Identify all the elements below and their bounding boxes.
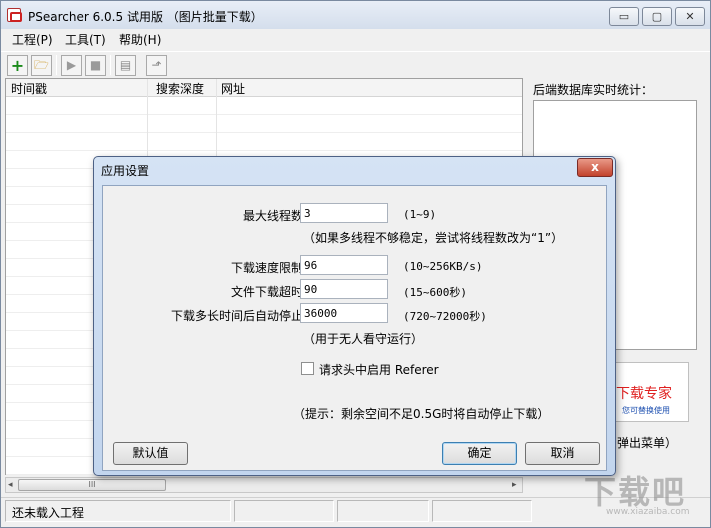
popup-menu-label: 弹出菜单） <box>617 436 678 450</box>
column-header-url[interactable]: 网址 <box>221 80 245 97</box>
stop-icon[interactable]: ■ <box>85 55 106 76</box>
properties-icon[interactable]: ▤ <box>115 55 136 76</box>
list-header: 时间戳 搜索深度 网址 <box>6 79 522 97</box>
play-icon[interactable]: ▶ <box>61 55 82 76</box>
close-button[interactable]: ✕ <box>675 7 705 26</box>
minimize-button[interactable]: ▭ <box>609 7 639 26</box>
defaults-button[interactable]: 默认值 <box>113 442 188 465</box>
scroll-left-icon[interactable]: ◂ <box>8 478 13 492</box>
file-timeout-input[interactable] <box>300 279 388 299</box>
status-cell <box>337 500 429 522</box>
auto-stop-note: （用于无人看守运行） <box>303 332 424 346</box>
file-timeout-range: (15~600秒) <box>403 286 467 299</box>
space-tip: （提示：剩余空间不足0.5G时将自动停止下载） <box>293 407 550 421</box>
ad-subtitle: 您可替换使用 <box>622 406 670 415</box>
menu-project[interactable]: 工程(P) <box>12 31 53 48</box>
ad-title: 下载专家 <box>616 386 672 402</box>
stats-label: 后端数据库实时统计： <box>533 83 654 97</box>
referer-label[interactable]: 请求头中启用 Referer <box>319 361 439 378</box>
max-threads-label: 最大线程数： <box>242 209 315 223</box>
cancel-button[interactable]: 取消 <box>525 442 600 465</box>
threads-note: （如果多线程不够稳定，尝试将线程数改为“1”） <box>303 231 564 245</box>
scroll-right-icon[interactable]: ▸ <box>512 478 517 492</box>
window-title: PSearcher 6.0.5 试用版 （图片批量下载） <box>28 10 263 24</box>
horizontal-scrollbar[interactable]: ◂ III ▸ <box>5 477 523 493</box>
ad-banner[interactable]: 下载专家 您可替换使用 <box>611 362 689 422</box>
open-folder-icon[interactable]: 🗁 <box>31 55 52 76</box>
toolbar-separator <box>110 55 111 75</box>
max-threads-range: (1~9) <box>403 208 437 221</box>
export-icon[interactable]: ⬏ <box>146 55 167 76</box>
scrollbar-thumb[interactable]: III <box>18 479 166 491</box>
max-threads-input[interactable] <box>300 203 388 223</box>
referer-checkbox[interactable] <box>301 362 314 375</box>
status-cell <box>432 500 532 522</box>
auto-stop-range: (720~72000秒) <box>403 310 487 323</box>
watermark-url: www.xiazaiba.com <box>606 507 690 517</box>
settings-dialog: 应用设置 x 最大线程数： (1~9) （如果多线程不够稳定，尝试将线程数改为“… <box>93 156 616 476</box>
status-text: 还未载入工程 <box>12 506 85 520</box>
menu-bar: 工程(P) 工具(T) 帮助(H) <box>1 29 710 49</box>
speed-limit-range: (10~256KB/s) <box>403 260 483 273</box>
toolbar: + 🗁 ▶ ■ ▤ ⬏ <box>1 51 710 77</box>
menu-tools[interactable]: 工具(T) <box>65 31 106 48</box>
toolbar-separator <box>56 55 57 75</box>
speed-limit-input[interactable] <box>300 255 388 275</box>
menu-help[interactable]: 帮助(H) <box>119 31 161 48</box>
speed-limit-label: 下载速度限制： <box>230 261 315 275</box>
auto-stop-input[interactable] <box>300 303 388 323</box>
ok-button[interactable]: 确定 <box>442 442 517 465</box>
status-cell-main: 还未载入工程 <box>5 500 231 522</box>
column-header-timestamp[interactable]: 时间戳 <box>11 80 47 97</box>
column-header-depth[interactable]: 搜索深度 <box>156 80 204 97</box>
dialog-title: 应用设置 <box>101 164 150 178</box>
dialog-close-button[interactable]: x <box>577 158 613 177</box>
status-cell <box>234 500 334 522</box>
add-icon[interactable]: + <box>7 55 28 76</box>
dialog-body: 最大线程数： (1~9) （如果多线程不够稳定，尝试将线程数改为“1”） 下载速… <box>102 185 607 471</box>
auto-stop-label: 下载多长时间后自动停止： <box>170 309 315 323</box>
maximize-button[interactable]: ▢ <box>642 7 672 26</box>
file-timeout-label: 文件下载超时： <box>230 285 315 299</box>
app-icon <box>7 8 22 22</box>
title-bar: PSearcher 6.0.5 试用版 （图片批量下载） ▭ ▢ ✕ <box>1 1 710 29</box>
